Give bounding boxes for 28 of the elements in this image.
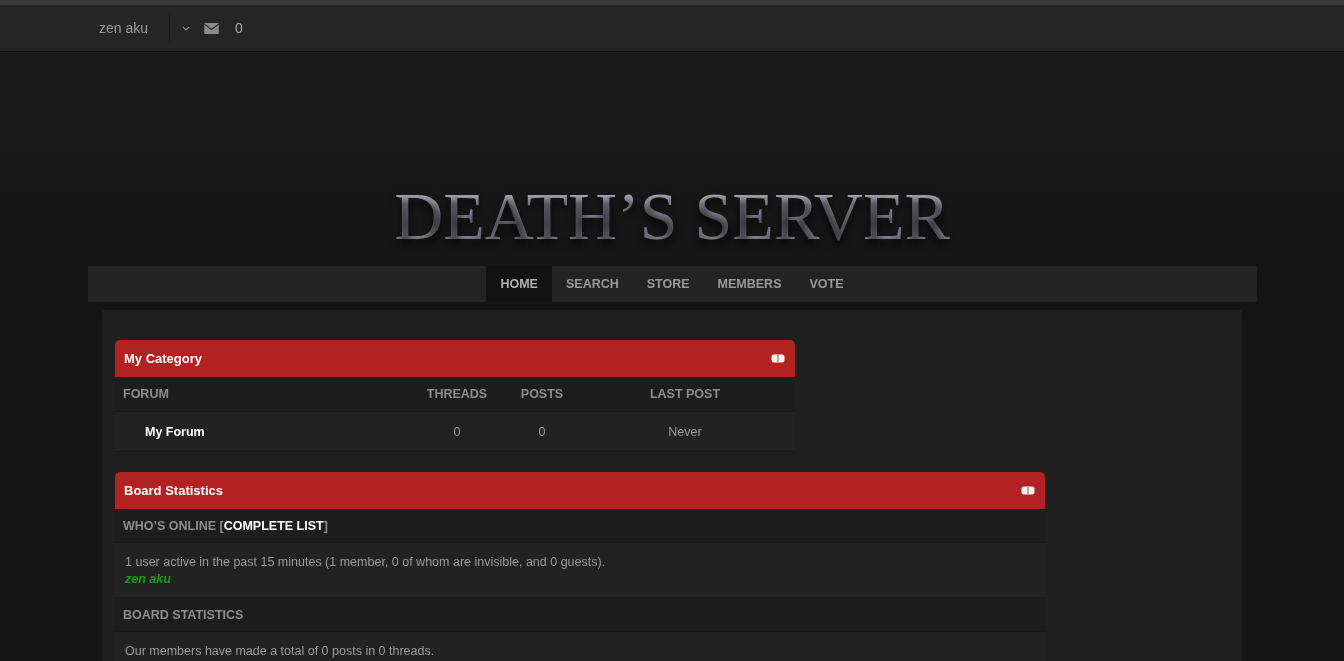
table-cell-text: 0 (452, 424, 462, 439)
caret-icon[interactable] (182, 25, 191, 31)
table-cell-text: 0 (537, 424, 547, 439)
envelope-icon[interactable] (204, 22, 220, 34)
forum-link[interactable]: My Forum (115, 424, 405, 439)
nav-tab[interactable]: VOTE (795, 266, 858, 302)
statistics-text: Our members have made a total of 0 posts in 0 threads. (125, 644, 436, 658)
column-header: LAST POST (648, 387, 722, 401)
bracket-text: ] (323, 518, 328, 533)
online-user-link[interactable]: zen aku (125, 572, 171, 586)
table-cell-text: Never (667, 424, 703, 439)
collapse-toggle-icon[interactable] (771, 354, 785, 363)
message-count: 0 (235, 20, 243, 36)
nav-tab[interactable]: HOME (486, 266, 552, 302)
user-menu[interactable]: zen aku (99, 20, 149, 36)
collapse-toggle-icon[interactable] (1021, 486, 1035, 495)
section-heading: BOARD STATISTICS (123, 607, 244, 622)
statistics-title[interactable]: Board Statistics (124, 483, 223, 498)
nav-tab[interactable]: MEMBERS (703, 266, 796, 302)
complete-list-link[interactable]: COMPLETE LIST (223, 518, 324, 533)
nav-tab[interactable]: STORE (632, 266, 704, 302)
nav-tab[interactable]: SEARCH (551, 266, 633, 302)
section-heading: WHO’S ONLINE [ (123, 518, 224, 533)
online-summary: 1 user active in the past 15 minutes (1 member, 0 of whom are invisible, and 0 guests). (125, 555, 607, 569)
category-title[interactable]: My Category (124, 351, 203, 366)
column-header: POSTS (519, 387, 565, 401)
column-header: FORUM (122, 387, 170, 401)
column-header: THREADS (425, 387, 489, 401)
